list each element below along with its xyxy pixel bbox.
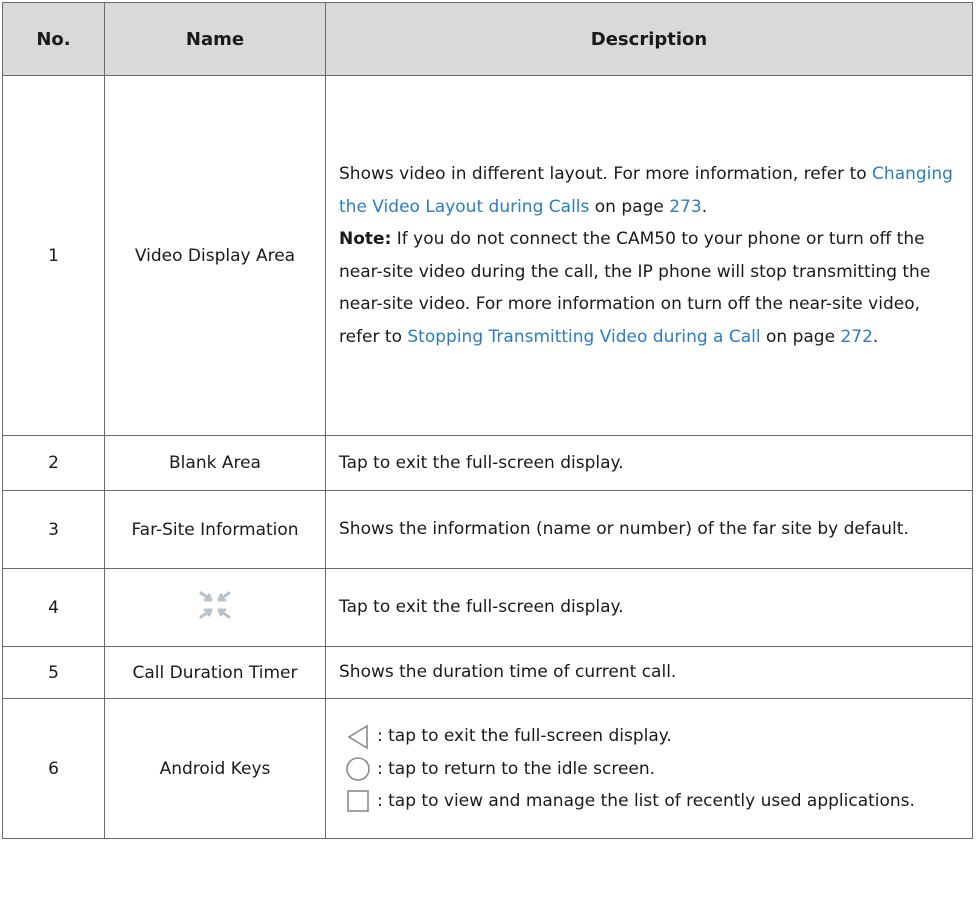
row-description: Tap to exit the full-screen display. [325, 568, 973, 647]
link-page-272[interactable]: 272 [840, 327, 872, 347]
table-row: 3 Far-Site Information Shows the informa… [2, 490, 973, 569]
row-description: Tap to exit the full-screen display. [325, 435, 973, 491]
row-name: Blank Area [104, 435, 326, 491]
row-number: 3 [2, 490, 105, 569]
row-name: Call Duration Timer [104, 646, 326, 699]
row-name [104, 568, 326, 647]
table-row: 1 Video Display Area Shows video in diff… [2, 75, 973, 436]
key-description: : tap to exit the full-screen display. [377, 726, 672, 747]
back-triangle-icon [339, 724, 377, 750]
link-page-273[interactable]: 273 [669, 197, 701, 217]
exit-fullscreen-icon [197, 589, 233, 626]
note-label: Note: [339, 229, 392, 249]
header-no: No. [2, 2, 105, 76]
row-number: 2 [2, 435, 105, 491]
row-number: 4 [2, 568, 105, 647]
row-name: Far-Site Information [104, 490, 326, 569]
description-text: Shows video in different layout. For mor… [339, 164, 873, 184]
row-description: Shows the information (name or number) o… [325, 490, 973, 569]
recent-square-icon [339, 789, 377, 813]
home-circle-icon [339, 756, 377, 782]
header-row: No. Name Description [2, 2, 973, 76]
description-table: No. Name Description 1 Video Display Are… [2, 2, 973, 839]
android-key-home: : tap to return to the idle screen. [339, 753, 960, 786]
note-paragraph: Note: If you do not connect the CAM50 to… [339, 223, 960, 353]
key-description: : tap to return to the idle screen. [377, 758, 656, 779]
row-name: Video Display Area [104, 75, 326, 436]
row-number: 1 [2, 75, 105, 436]
key-description: : tap to view and manage the list of rec… [377, 790, 915, 811]
table-row: 6 Android Keys : tap to exit the full-sc… [2, 698, 973, 839]
note-text: . [872, 326, 879, 347]
row-number: 5 [2, 646, 105, 699]
row-description: Shows video in different layout. For mor… [325, 75, 973, 436]
row-description: Shows the duration time of current call. [325, 646, 973, 699]
table-row: 5 Call Duration Timer Shows the duration… [2, 646, 973, 699]
link-stopping-transmitting-video[interactable]: Stopping Transmitting Video during a Cal… [407, 327, 760, 347]
android-key-back: : tap to exit the full-screen display. [339, 721, 960, 754]
description-text: on page [589, 196, 670, 217]
table-row: 2 Blank Area Tap to exit the full-screen… [2, 435, 973, 491]
android-key-recent: : tap to view and manage the list of rec… [339, 786, 960, 817]
row-description: : tap to exit the full-screen display. :… [325, 698, 973, 839]
table-row: 4 Tap to exit the full-screen display. [2, 568, 973, 647]
header-name: Name [104, 2, 326, 76]
description-paragraph: Shows video in different layout. For mor… [339, 158, 960, 223]
note-text: on page [760, 326, 841, 347]
row-name: Android Keys [104, 698, 326, 839]
header-description: Description [325, 2, 973, 76]
description-text: . [701, 196, 708, 217]
row-number: 6 [2, 698, 105, 839]
